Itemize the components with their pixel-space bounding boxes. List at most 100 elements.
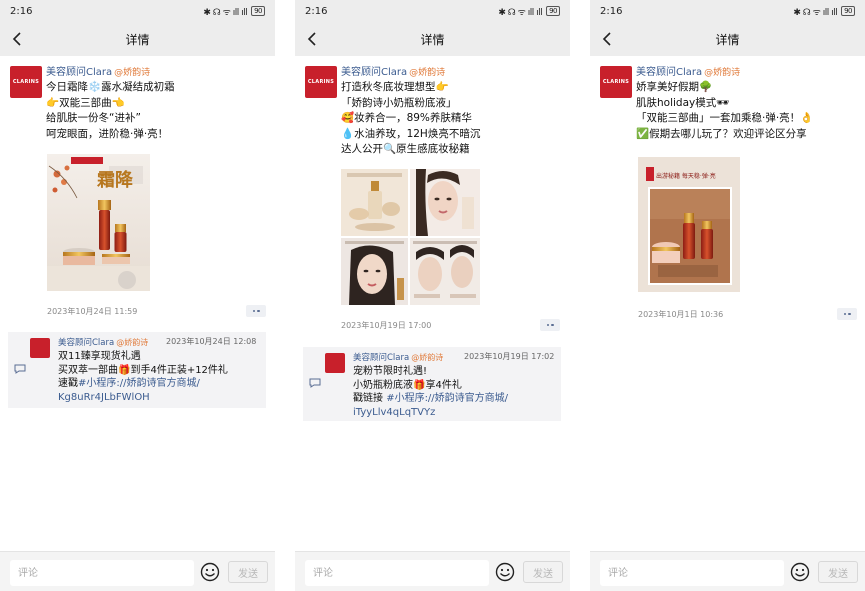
status-icons: ✱ ☊ ᯤ ıll ıll 90: [498, 5, 560, 18]
post-text-line: 💧水油养玫，12H焕亮不暗沉: [341, 127, 481, 140]
chevron-left-icon: [602, 32, 611, 46]
send-button[interactable]: 发送: [523, 561, 563, 583]
before-after-photo: [410, 238, 480, 305]
battery-icon: 90: [251, 6, 265, 16]
comment-line: 双11臻享现货礼遇: [58, 351, 141, 362]
comment-avatar[interactable]: [325, 353, 345, 373]
battery-icon: 90: [546, 6, 560, 16]
model-portrait-photo: [341, 238, 408, 305]
author-tag: @娇韵诗: [409, 68, 446, 78]
smiley-face-icon[interactable]: [790, 562, 810, 582]
more-dots-icon[interactable]: [540, 319, 560, 331]
post-text-line: 肌肤holiday模式🕶: [636, 96, 730, 109]
send-button[interactable]: 发送: [228, 561, 268, 583]
smiley-face-icon[interactable]: [200, 562, 220, 582]
post-body: 美容顾问Clara @娇韵诗 打造秋冬底妆理想型👉 「娇韵诗小奶瓶粉底液」 🥰妆养…: [341, 66, 563, 158]
page-title: 详情: [420, 32, 445, 47]
comment-input[interactable]: [305, 560, 489, 586]
mini-program-link[interactable]: #小程序://娇韵诗官方商城/: [78, 378, 200, 389]
back-button[interactable]: [8, 30, 26, 48]
status-bar: 2:16 ✱ ☊ ᯤ ıll ıll 90: [590, 0, 865, 22]
avatar[interactable]: CLARINS: [305, 66, 337, 98]
post-timestamp: 2023年10月19日 17:00: [341, 321, 432, 330]
status-bar: 2:16 ✱ ☊ ᯤ ıll ıll 90: [0, 0, 275, 22]
author-name[interactable]: 美容顾问Clara: [341, 67, 407, 78]
grid-photo-3[interactable]: [341, 238, 408, 305]
author-row: 美容顾问Clara @娇韵诗: [341, 66, 563, 80]
comment-line: 小奶瓶粉底液🎁享4件礼: [353, 379, 462, 391]
back-button[interactable]: [598, 30, 616, 48]
post-text-line: 打造秋冬底妆理想型👉: [341, 81, 449, 93]
status-time: 2:16: [600, 5, 623, 17]
back-button[interactable]: [303, 30, 321, 48]
comment-line: 速戳#小程序://娇韵诗官方商城/: [58, 377, 263, 391]
post-detail: CLARINS 美容顾问Clara @娇韵诗 娇享美好假期🌳 肌肤holiday模…: [590, 56, 865, 551]
author-row: 美容顾问Clara @娇韵诗: [636, 66, 858, 80]
avatar[interactable]: CLARINS: [10, 66, 42, 98]
comment-prefix: 速戳: [58, 378, 78, 389]
comment-bubble-icon: [14, 364, 26, 374]
status-icons: ✱ ☊ ᯤ ıll ıll 90: [203, 5, 265, 18]
model-face-photo: [410, 169, 480, 236]
comment-text: 宠粉节限时礼遇! 小奶瓶粉底液🎁享4件礼 戳链接 #小程序://娇韵诗官方商城/…: [353, 365, 558, 419]
comment-input[interactable]: [600, 560, 784, 586]
chevron-left-icon: [307, 32, 316, 46]
comment-author-name[interactable]: 美容顾问Clara: [353, 353, 409, 363]
smiley-face-icon[interactable]: [495, 562, 515, 582]
comment-bar: 发送: [590, 551, 865, 591]
phone-screen-2: 2:16 ✱ ☊ ᯤ ıll ıll 90 详情 CLARINS 美容顾问Cla…: [295, 0, 570, 591]
post-timestamp: 2023年10月24日 11:59: [47, 307, 138, 316]
comment-avatar[interactable]: [30, 338, 50, 358]
comment-box: 美容顾问Clara @娇韵诗 2023年10月19日 17:02 宠粉节限时礼遇!…: [303, 347, 561, 421]
post-text-line: 呵宠眼面，进阶稳·弹·亮！: [46, 127, 169, 140]
post-detail: CLARINS 美容顾问Clara @娇韵诗 今日霜降❄️露水凝结成初霜 👉双能三…: [0, 56, 275, 551]
comment-author: 美容顾问Clara @娇韵诗: [353, 351, 443, 363]
comment-text: 双11臻享现货礼遇 买双萃一部曲🎁到手4件正装+12件礼 速戳#小程序://娇韵…: [58, 350, 263, 404]
comment-input[interactable]: [10, 560, 194, 586]
mini-program-link-code[interactable]: Kg8uRr4JLbFWlOH: [58, 391, 263, 405]
battery-icon: 90: [841, 6, 855, 16]
author-name[interactable]: 美容顾问Clara: [636, 67, 702, 78]
post-detail: CLARINS 美容顾问Clara @娇韵诗 打造秋冬底妆理想型👉 「娇韵诗小奶瓶…: [295, 56, 570, 551]
post-body: 美容顾问Clara @娇韵诗 今日霜降❄️露水凝结成初霜 👉双能三部曲👈 给肌肤一…: [46, 66, 268, 142]
mini-program-link[interactable]: #小程序://娇韵诗官方商城/: [386, 393, 508, 404]
author-name[interactable]: 美容顾问Clara: [46, 67, 112, 78]
nav-bar: 详情: [0, 22, 275, 56]
post-text-line: 达人公开🔍原生感底妆秘籍: [341, 143, 470, 155]
photo-caption: 霜降: [97, 170, 133, 191]
post-timestamp: 2023年10月1日 10:36: [638, 310, 724, 319]
comment-time: 2023年10月24日 12:08: [166, 337, 257, 346]
comment-author-name[interactable]: 美容顾问Clara: [58, 338, 114, 348]
signal-icon: ✱ ☊ ᯤ ıll ıll: [203, 7, 248, 18]
comment-bubble-icon: [309, 378, 321, 388]
send-button[interactable]: 发送: [818, 561, 858, 583]
photo-caption: 出游秘籍 每天稳·弹·亮: [656, 173, 716, 180]
avatar-brand: CLARINS: [12, 79, 40, 85]
signal-icon: ✱ ☊ ᯤ ıll ıll: [793, 7, 838, 18]
page-title: 详情: [715, 32, 740, 47]
post-photo[interactable]: 霜降: [47, 154, 150, 291]
avatar[interactable]: CLARINS: [600, 66, 632, 98]
mini-program-link-code[interactable]: iTyyLlv4qLqTVYz: [353, 406, 558, 420]
more-dots-icon[interactable]: [246, 305, 266, 317]
comment-author-tag: @娇韵诗: [116, 338, 149, 347]
grid-photo-1[interactable]: [341, 169, 408, 236]
post-text-line: 今日霜降❄️露水凝结成初霜: [46, 81, 175, 93]
signal-icon: ✱ ☊ ᯤ ıll ıll: [498, 7, 543, 18]
comment-author-tag: @娇韵诗: [411, 353, 444, 362]
avatar-brand: CLARINS: [602, 79, 630, 85]
phone-screen-3: 2:16 ✱ ☊ ᯤ ıll ıll 90 详情 CLARINS 美容顾问Cla…: [590, 0, 865, 591]
comment-bar: 发送: [295, 551, 570, 591]
post-photo[interactable]: 出游秘籍 每天稳·弹·亮: [638, 157, 740, 292]
chevron-left-icon: [12, 32, 21, 46]
page-title: 详情: [125, 32, 150, 47]
comment-line: 戳链接 #小程序://娇韵诗官方商城/: [353, 392, 558, 406]
post-text-line: 🥰妆养合一，89%养肤精华: [341, 112, 472, 124]
more-dots-icon[interactable]: [837, 308, 857, 320]
grid-photo-4[interactable]: [410, 238, 480, 305]
grid-photo-2[interactable]: [410, 169, 480, 236]
post-text-line: ✅假期去哪儿玩了？欢迎评论区分享: [636, 127, 807, 140]
post-text-line: 「双能三部曲」一套加乘稳·弹·亮！👌: [636, 112, 814, 124]
author-tag: @娇韵诗: [704, 68, 741, 78]
foundation-bottle-photo: [341, 169, 408, 236]
